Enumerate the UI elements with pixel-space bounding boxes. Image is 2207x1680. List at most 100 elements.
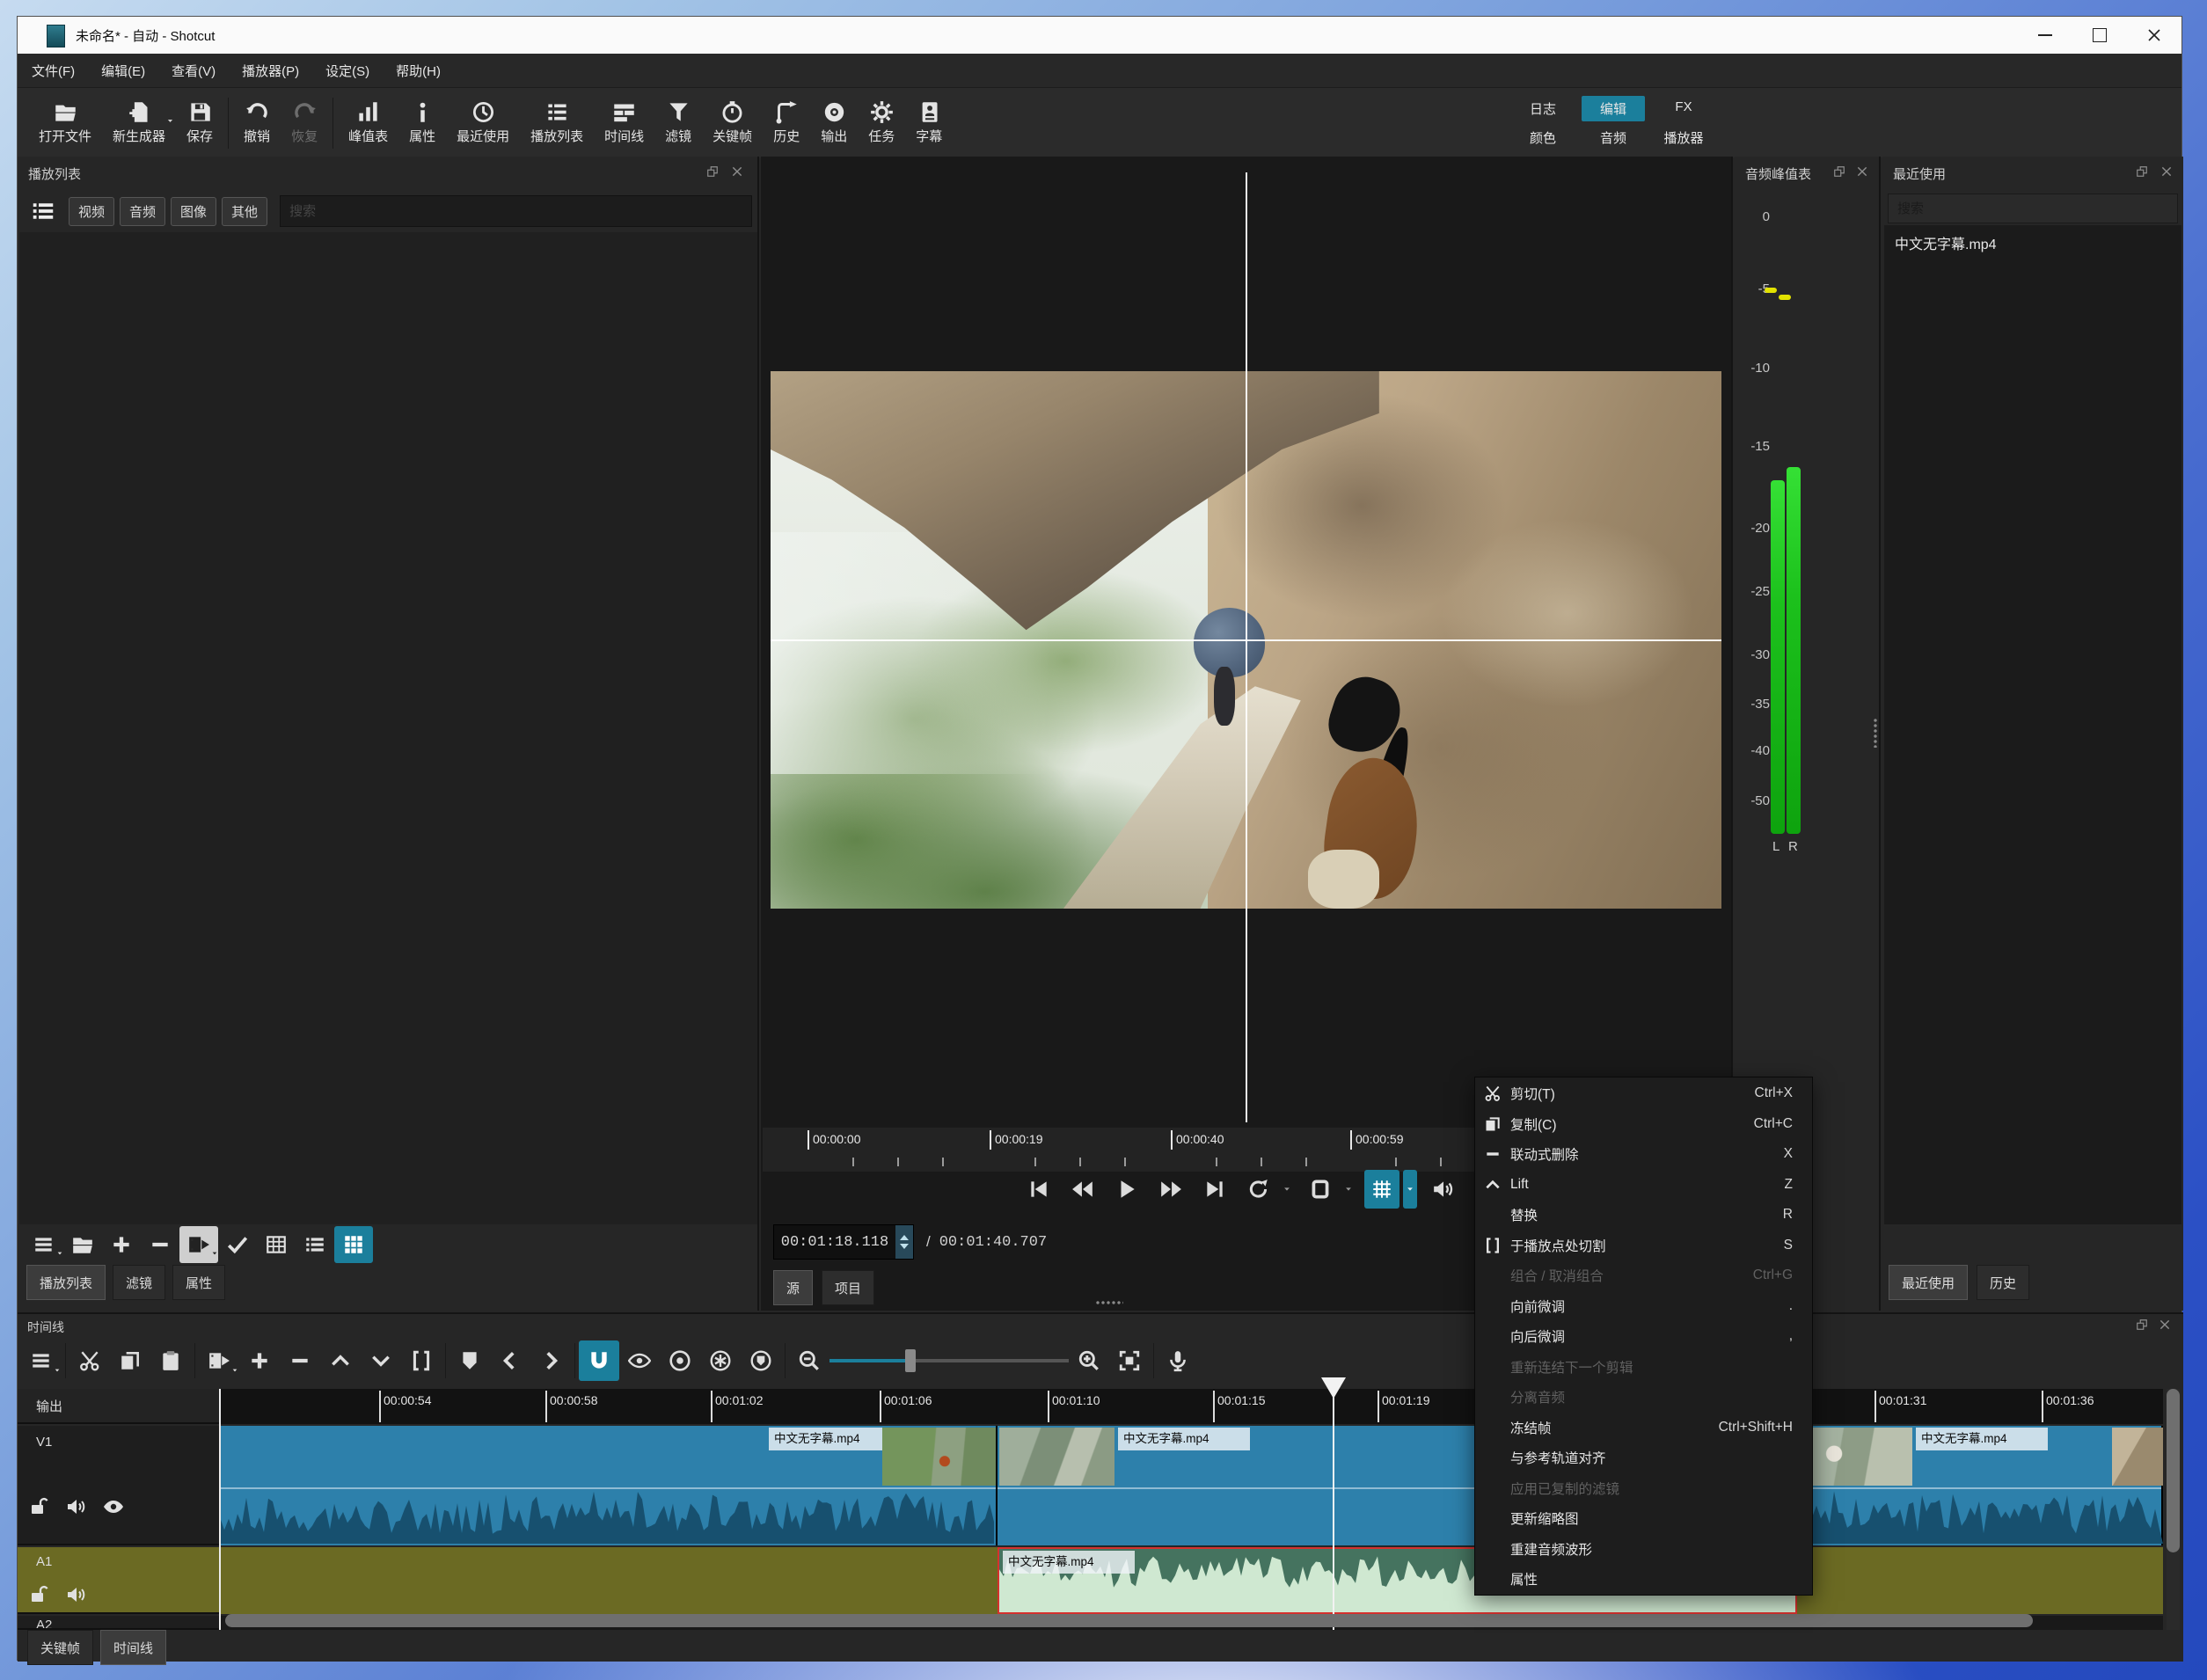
timeline-tool-prev-marker[interactable] [490, 1340, 530, 1381]
spin-down-icon[interactable] [900, 1244, 909, 1249]
float-panel-icon[interactable] [2136, 1318, 2148, 1331]
scrollbar-thumb[interactable] [2167, 1389, 2180, 1552]
toolbar-button-peak-meter[interactable]: 峰值表 [338, 100, 398, 145]
playlist-tool-update-playlist[interactable] [179, 1226, 218, 1263]
playlist-tool-view-icons[interactable] [334, 1226, 373, 1263]
close-panel-icon[interactable] [2160, 165, 2173, 178]
loop-options-caret[interactable] [1280, 1170, 1294, 1209]
context-menu-item-属性[interactable]: 属性 [1475, 1564, 1812, 1595]
timeline-tool-marker[interactable] [449, 1340, 490, 1381]
playlist-search-input[interactable] [280, 195, 752, 227]
menu-item-5[interactable]: 设定(S) [325, 62, 369, 80]
float-panel-icon[interactable] [706, 165, 719, 178]
maximize-button[interactable] [2072, 17, 2127, 54]
context-menu-item-更新缩略图[interactable]: 更新缩略图 [1475, 1503, 1812, 1534]
layout-button-颜色[interactable]: 颜色 [1511, 125, 1575, 150]
transport-loop-button[interactable] [1241, 1170, 1276, 1209]
recent-item[interactable]: 中文无字幕.mp4 [1884, 225, 2181, 260]
timecode-field[interactable]: 00:01:18.118 [773, 1224, 914, 1260]
recent-search-input[interactable] [1888, 194, 2178, 223]
timeline-tool-append[interactable] [239, 1340, 280, 1381]
timeline-tool-copy[interactable] [110, 1340, 150, 1381]
menu-item-3[interactable]: 查看(V) [172, 62, 216, 80]
spin-up-icon[interactable] [900, 1235, 909, 1240]
toolbar-button-undo[interactable]: 撤销 [233, 100, 281, 145]
context-menu-item-冻结帧[interactable]: 冻结帧Ctrl+Shift+H [1475, 1413, 1812, 1443]
close-panel-icon[interactable] [731, 165, 743, 178]
toolbar-button-tasks[interactable]: 任务 [858, 100, 905, 145]
transport-skip-to-end-button[interactable] [1197, 1170, 1232, 1209]
tab-播放列表[interactable]: 播放列表 [26, 1265, 106, 1300]
slider-handle[interactable] [905, 1349, 916, 1372]
context-menu-item-于播放点处切割[interactable]: 于播放点处切割S [1475, 1231, 1812, 1261]
timeline-tool-lift[interactable] [320, 1340, 361, 1381]
context-menu-item-Lift[interactable]: LiftZ [1475, 1170, 1812, 1201]
timeline-tool-split-playhead[interactable] [401, 1340, 442, 1381]
context-menu-item-替换[interactable]: 替换R [1475, 1200, 1812, 1231]
context-menu-item-与参考轨道对齐[interactable]: 与参考轨道对齐 [1475, 1443, 1812, 1473]
menu-item-4[interactable]: 播放器(P) [242, 62, 299, 80]
toolbar-button-timeline[interactable]: 时间线 [594, 100, 654, 145]
float-panel-icon[interactable] [2136, 165, 2148, 178]
filter-tab-音频[interactable]: 音频 [120, 197, 165, 226]
tab-关键帧[interactable]: 关键帧 [27, 1630, 93, 1665]
playlist-tool-remove[interactable] [141, 1226, 179, 1263]
context-menu-item-向后微调[interactable]: 向后微调, [1475, 1321, 1812, 1352]
toolbar-button-recent[interactable]: 最近使用 [446, 100, 520, 145]
playlist-tool-view-details[interactable] [257, 1226, 296, 1263]
tab-历史[interactable]: 历史 [1977, 1265, 2029, 1300]
playlist-tool-open-file[interactable] [63, 1226, 102, 1263]
player-tab-项目[interactable]: 项目 [822, 1270, 874, 1305]
toolbar-button-filters[interactable]: 滤镜 [654, 100, 702, 145]
timeline-tool-scrub-while-dragging[interactable] [619, 1340, 660, 1381]
toolbar-button-redo[interactable]: 恢复 [281, 100, 328, 145]
timeline-playhead-line[interactable] [1333, 1378, 1334, 1630]
timeline-tool-zoom-timeline-in[interactable] [1069, 1340, 1109, 1381]
timeline-zoom-slider[interactable] [829, 1340, 1069, 1381]
playlist-tool-select-check[interactable] [218, 1226, 257, 1263]
splitter-handle-vertical[interactable] [1873, 718, 1878, 748]
filter-tab-其他[interactable]: 其他 [222, 197, 267, 226]
transport-play-button[interactable] [1109, 1170, 1144, 1209]
toolbar-button-playlist[interactable]: 播放列表 [520, 100, 594, 145]
layout-button-日志[interactable]: 日志 [1511, 96, 1575, 121]
timeline-tool-record-audio[interactable] [1158, 1340, 1198, 1381]
toolbar-button-history[interactable]: 历史 [763, 100, 810, 145]
close-panel-icon[interactable] [1856, 165, 1868, 178]
toolbar-button-properties[interactable]: 属性 [398, 100, 446, 145]
timeline-tool-overwrite[interactable] [199, 1340, 239, 1381]
timeline-tool-zoom-timeline-out[interactable] [789, 1340, 829, 1381]
toolbar-button-save[interactable]: 保存 [176, 100, 223, 145]
timeline-tool-snap[interactable] [579, 1340, 619, 1381]
timeline-clip-video[interactable]: 中文无字幕.mp4 [1799, 1426, 2163, 1545]
timeline-tool-cut[interactable] [69, 1340, 110, 1381]
transport-grid-overlay-button[interactable] [1364, 1170, 1399, 1209]
speaker-icon[interactable] [66, 1584, 87, 1605]
layout-button-播放器[interactable]: 播放器 [1652, 125, 1715, 150]
menu-item-6[interactable]: 帮助(H) [396, 62, 441, 80]
timeline-tool-overwrite-clip[interactable] [361, 1340, 401, 1381]
in-out-range-options-caret[interactable] [1341, 1170, 1356, 1209]
tab-时间线[interactable]: 时间线 [100, 1630, 166, 1665]
transport-volume-button[interactable] [1426, 1170, 1461, 1209]
filter-tab-图像[interactable]: 图像 [171, 197, 216, 226]
timecode-spinner[interactable] [895, 1225, 913, 1259]
player-tab-源[interactable]: 源 [773, 1270, 813, 1305]
playlist-tool-playlist-menu[interactable] [25, 1226, 63, 1263]
timeline-tool-timeline-menu[interactable] [21, 1340, 62, 1381]
timeline-tool-ripple[interactable] [660, 1340, 700, 1381]
toolbar-button-keyframes[interactable]: 关键帧 [702, 100, 763, 145]
playlist-tool-view-tiles[interactable] [296, 1226, 334, 1263]
transport-rewind-button[interactable] [1065, 1170, 1100, 1209]
context-menu-item-向前微调[interactable]: 向前微调. [1475, 1291, 1812, 1322]
menu-item-1[interactable]: 文件(F) [32, 62, 75, 80]
toolbar-button-open-file[interactable]: 打开文件 [28, 100, 102, 145]
toolbar-button-subtitles[interactable]: 字幕 [905, 100, 953, 145]
tab-滤镜[interactable]: 滤镜 [113, 1265, 165, 1300]
timeline-clip-video[interactable]: 中文无字幕.mp4 [220, 1426, 998, 1545]
layout-button-音频[interactable]: 音频 [1582, 125, 1645, 150]
tab-最近使用[interactable]: 最近使用 [1889, 1265, 1968, 1300]
timeline-tool-next-marker[interactable] [530, 1340, 571, 1381]
timeline-tool-paste[interactable] [150, 1340, 191, 1381]
timeline-tool-ripple-delete[interactable] [280, 1340, 320, 1381]
